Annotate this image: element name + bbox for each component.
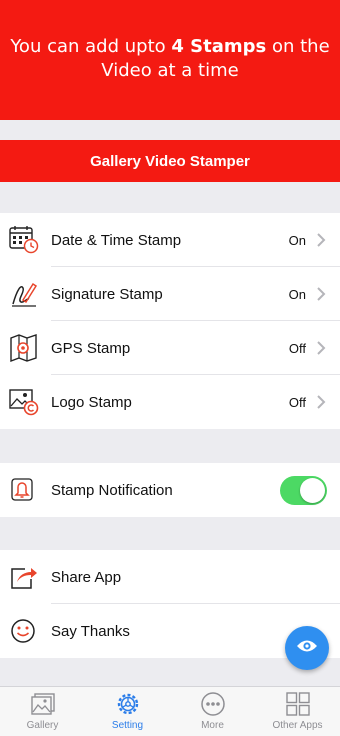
- app-title-banner[interactable]: Gallery Video Stamper: [0, 140, 340, 182]
- row-label: Stamp Notification: [51, 481, 173, 499]
- row-share-app[interactable]: Share App: [0, 550, 340, 604]
- row-label: Date & Time Stamp: [51, 231, 182, 249]
- preview-eye-button[interactable]: [285, 626, 329, 670]
- image-copyright-icon: [9, 388, 39, 416]
- status-value: Off: [288, 340, 306, 356]
- row-label: Say Thanks: [51, 622, 130, 640]
- row-signature-stamp[interactable]: Signature Stamp On: [0, 267, 340, 321]
- signature-pen-icon: [9, 280, 39, 308]
- more-dots-icon: [200, 692, 225, 716]
- promo-text-bold: 4 Stamps: [171, 36, 267, 57]
- banner-label: Gallery Video Stamper: [90, 152, 250, 170]
- row-logo-stamp[interactable]: Logo Stamp Off: [0, 375, 340, 429]
- status-value: On: [288, 232, 306, 248]
- eye-icon: [296, 638, 318, 659]
- promo-header: You can add upto 4 Stamps on the Video a…: [0, 0, 340, 120]
- tab-label: Setting: [111, 720, 144, 731]
- tab-label: Other Apps: [272, 720, 323, 731]
- tab-more[interactable]: More: [170, 687, 255, 736]
- row-label: GPS Stamp: [51, 339, 131, 357]
- stamp-settings-group: Date & Time Stamp On Signature Stamp On: [0, 213, 340, 429]
- chevron-right-icon: [316, 340, 326, 356]
- chevron-right-icon: [316, 394, 326, 410]
- row-date-time-stamp[interactable]: Date & Time Stamp On: [0, 213, 340, 267]
- setting-gear-icon: [117, 693, 138, 715]
- row-label: Logo Stamp: [51, 393, 132, 411]
- smile-icon: [9, 617, 39, 645]
- grid-apps-icon: [285, 692, 310, 716]
- promo-text-pre: You can add upto: [10, 36, 172, 57]
- tab-other-apps[interactable]: Other Apps: [255, 687, 340, 736]
- notification-group: Stamp Notification: [0, 463, 340, 517]
- chevron-right-icon: [316, 232, 326, 248]
- tab-setting[interactable]: Setting: [85, 687, 170, 736]
- tab-label: More: [201, 720, 224, 731]
- notification-toggle[interactable]: [280, 476, 327, 505]
- map-pin-icon: [9, 334, 39, 363]
- row-label: Signature Stamp: [51, 285, 163, 303]
- chevron-right-icon: [316, 286, 326, 302]
- bottom-tab-bar: Gallery Setting More Other Apps: [0, 686, 340, 736]
- row-stamp-notification: Stamp Notification: [0, 463, 340, 517]
- bell-icon: [9, 476, 39, 504]
- share-icon: [9, 563, 39, 591]
- toggle-knob: [300, 478, 325, 503]
- row-gps-stamp[interactable]: GPS Stamp Off: [0, 321, 340, 375]
- calendar-clock-icon: [9, 226, 39, 254]
- gallery-icon: [30, 693, 55, 715]
- tab-label: Gallery: [26, 720, 59, 731]
- status-value: On: [288, 286, 306, 302]
- row-label: Share App: [51, 568, 122, 586]
- tab-gallery[interactable]: Gallery: [0, 687, 85, 736]
- status-value: Off: [288, 394, 306, 410]
